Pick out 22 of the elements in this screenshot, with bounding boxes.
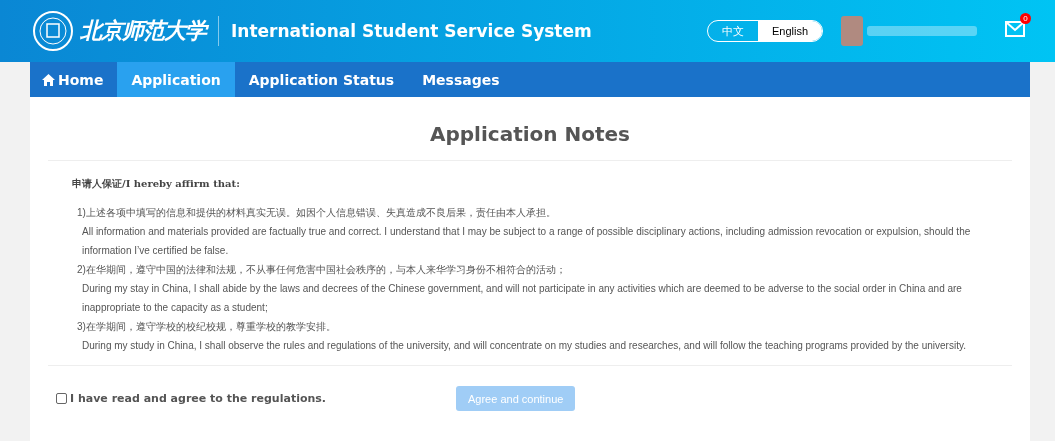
language-toggle[interactable]: English	[758, 21, 822, 41]
clause-english: All information and materials provided are factually true and correct. I understand that I may be subject to a range of possible disciplinary actions, including admission revocation or expulsion, should the information I’ve certified be false.	[81, 225, 972, 258]
clause-english: During my stay in China, I shall abide by the laws and decrees of the Chinese government, and will not participate in any activities which are deemed to be adverse to the social order in China and are inappropriate to the capacity as a student;	[81, 282, 963, 315]
nav-tab[interactable]: Messages	[408, 62, 514, 97]
page-title: Application Notes	[48, 97, 1012, 161]
clause-chinese: 3)在学期间，遵守学校的校纪校规，尊重学校的教学安排。	[76, 320, 337, 334]
checkbox-icon[interactable]	[56, 393, 67, 404]
clause-chinese: 1)上述各项中填写的信息和提供的材料真实无误。如因个人信息错误、失真造成不良后果，责任由本人承担。	[76, 206, 557, 220]
university-seal-icon	[32, 10, 74, 52]
notification-badge: 0	[1020, 13, 1031, 24]
nav-tab[interactable]: Home	[30, 62, 118, 97]
nav-tab[interactable]: Application	[117, 62, 235, 97]
site-title: International Student Service System	[231, 21, 592, 41]
clause-english: During my study in China, I shall observe the rules and regulations of the university, and will concentrate on my studies and researches, and will follow the teaching programs provided by the university.	[81, 339, 967, 353]
checkbox-label: I have read and agree to the regulations.	[70, 392, 327, 405]
mail-icon[interactable]	[1005, 21, 1025, 37]
language-toggle[interactable]: 中文	[708, 21, 758, 41]
section-heading: 申请人保证/I hereby affirm that:	[72, 177, 241, 191]
home-icon	[42, 73, 55, 86]
nav-tab[interactable]: Application Status	[234, 62, 409, 97]
agree-checkbox[interactable]: I have read and agree to the regulations.	[56, 392, 456, 405]
clause-chinese: 2)在华期间，遵守中国的法律和法规，不从事任何危害中国社会秩序的，与本人来华学习身份不相符合的活动；	[76, 263, 567, 277]
